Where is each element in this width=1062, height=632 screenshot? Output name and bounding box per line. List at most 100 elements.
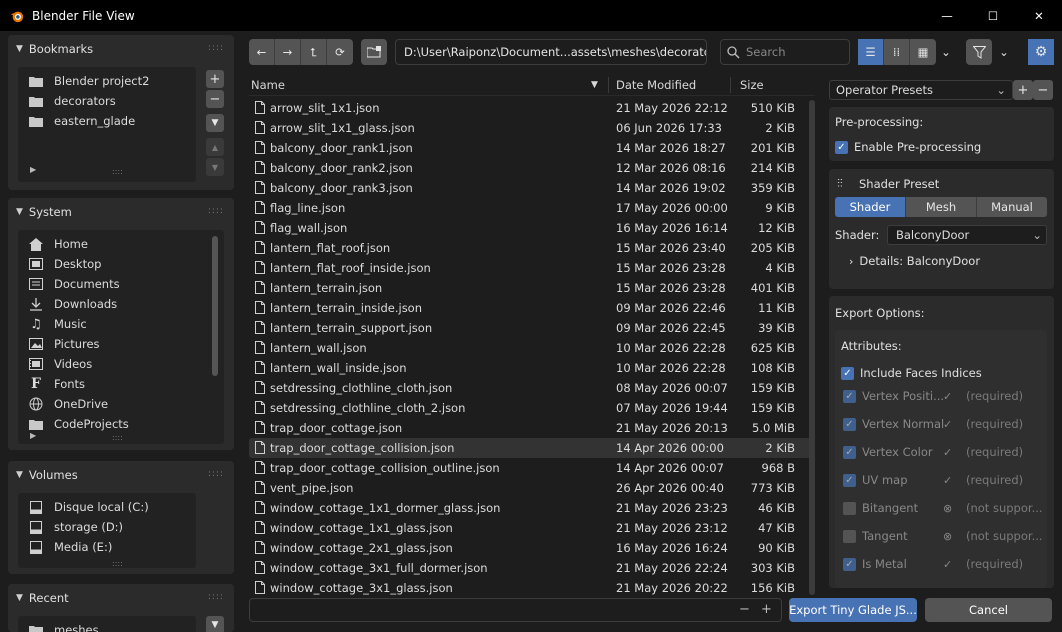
directory-path-field[interactable]: D:\User\Raiponz\Document...assets\meshes… <box>395 39 707 65</box>
system-item-downloads[interactable]: Downloads <box>18 294 224 314</box>
enable-preprocessing-checkbox[interactable]: ✓ Enable Pre-processing <box>835 140 981 154</box>
thumbnails-button[interactable]: ▦ <box>910 39 936 65</box>
volume-item[interactable]: storage (D:) <box>18 517 196 537</box>
drag-grip-icon[interactable]: :::: <box>208 469 224 479</box>
close-button[interactable]: ✕ <box>1016 0 1062 31</box>
file-row[interactable]: lantern_flat_roof.json 15 Mar 2026 23:40 2… <box>249 238 815 258</box>
file-row[interactable]: lantern_wall.json 10 Mar 2026 22:28 625 Ki… <box>249 338 815 358</box>
drag-grip-icon[interactable]: :::: <box>208 43 224 53</box>
tab-manual[interactable]: Manual <box>977 197 1047 217</box>
cancel-button[interactable]: Cancel <box>925 598 1052 622</box>
file-row[interactable]: setdressing_clothline_cloth.json 08 May 2… <box>249 378 815 398</box>
vertical-list-button[interactable]: ☰ <box>858 39 884 65</box>
file-row[interactable]: lantern_terrain_support.json 09 Mar 2026 … <box>249 318 815 338</box>
attribute-checkbox[interactable] <box>843 529 856 543</box>
file-row[interactable]: trap_door_cottage_collision.json 14 Apr 2… <box>249 438 815 458</box>
refresh-button[interactable]: ⟳ <box>327 39 353 65</box>
attribute-checkbox[interactable] <box>843 501 856 515</box>
increment-button[interactable]: + <box>761 602 772 617</box>
system-item-desktop[interactable]: Desktop <box>18 254 224 274</box>
file-row[interactable]: window_cottage_2x1_glass.json 16 May 2026… <box>249 538 815 558</box>
bookmark-item[interactable]: eastern_glade <box>18 111 196 131</box>
resize-grip-icon[interactable]: :::: <box>112 167 123 176</box>
file-list-scrollbar[interactable] <box>809 100 815 595</box>
tab-mesh[interactable]: Mesh <box>906 197 977 217</box>
attribute-checkbox[interactable]: ✓ <box>843 557 856 571</box>
display-settings-dropdown[interactable]: ⌄ <box>937 39 955 65</box>
system-scrollbar[interactable] <box>212 236 218 376</box>
system-item-fonts[interactable]: F Fonts <box>18 374 224 394</box>
recent-item[interactable]: meshes <box>18 620 196 632</box>
file-row[interactable]: arrow_slit_1x1.json 21 May 2026 22:12 510 … <box>249 98 815 118</box>
tab-shader[interactable]: Shader <box>835 197 906 217</box>
file-row[interactable]: vent_pipe.json 26 Apr 2026 00:40 773 KiB <box>249 478 815 498</box>
file-row[interactable]: balcony_door_rank3.json 14 Mar 2026 19:02… <box>249 178 815 198</box>
operator-presets-dropdown[interactable]: Operator Presets ⌄ <box>829 80 1013 100</box>
back-button[interactable]: ← <box>249 39 275 65</box>
expand-triangle-icon[interactable]: ▶ <box>30 431 36 440</box>
maximize-button[interactable]: ☐ <box>970 0 1016 31</box>
shader-dropdown[interactable]: BalconyDoor ⌄ <box>887 225 1047 245</box>
filter-toggle-button[interactable] <box>966 39 992 65</box>
drag-grip-icon[interactable]: :::: <box>208 592 224 602</box>
attribute-checkbox[interactable]: ✓ <box>843 417 856 431</box>
remove-bookmark-button[interactable]: − <box>206 90 224 108</box>
system-item-onedrive[interactable]: OneDrive <box>18 394 224 414</box>
system-item-music[interactable]: ♫ Music <box>18 314 224 334</box>
system-item-videos[interactable]: Videos <box>18 354 224 374</box>
file-row[interactable]: lantern_wall_inside.json 10 Mar 2026 22:2… <box>249 358 815 378</box>
bookmarks-header[interactable]: ▼ Bookmarks :::: <box>8 35 234 62</box>
file-row[interactable]: window_cottage_1x1_dormer_glass.json 21 M… <box>249 498 815 518</box>
attribute-checkbox[interactable]: ✓ <box>843 473 856 487</box>
options-toggle-button[interactable]: ⚙ <box>1028 39 1054 65</box>
filter-settings-dropdown[interactable]: ⌄ <box>995 39 1013 65</box>
volume-item[interactable]: Disque local (C:) <box>18 497 196 517</box>
move-down-button[interactable]: ▼ <box>206 158 224 176</box>
search-input[interactable]: Search <box>720 39 850 65</box>
file-row[interactable]: arrow_slit_1x1_glass.json 06 Jun 2026 17:… <box>249 118 815 138</box>
file-row[interactable]: window_cottage_3x1_glass.json 21 May 2026… <box>249 578 815 598</box>
sort-descending-icon[interactable]: ▼ <box>591 80 598 90</box>
add-preset-button[interactable]: + <box>1013 80 1033 100</box>
system-header[interactable]: ▼ System :::: <box>8 198 234 225</box>
file-row[interactable]: lantern_flat_roof_inside.json 15 Mar 2026… <box>249 258 815 278</box>
parent-directory-button[interactable]: ⮤ <box>301 39 327 65</box>
recent-menu-button[interactable]: ▼ <box>206 616 224 632</box>
recent-header[interactable]: ▼ Recent :::: <box>8 584 234 611</box>
file-row[interactable]: lantern_terrain_inside.json 09 Mar 2026 2… <box>249 298 815 318</box>
file-row[interactable]: balcony_door_rank1.json 14 Mar 2026 18:27… <box>249 138 815 158</box>
file-row[interactable]: trap_door_cottage.json 21 May 2026 20:13 5… <box>249 418 815 438</box>
drag-grip-icon[interactable]: :::: <box>208 206 224 216</box>
column-name-header[interactable]: Name <box>251 78 285 92</box>
move-up-button[interactable]: ▲ <box>206 138 224 156</box>
system-item-documents[interactable]: Documents <box>18 274 224 294</box>
system-item-home[interactable]: Home <box>18 234 224 254</box>
file-row[interactable]: setdressing_clothline_cloth_2.json 07 May… <box>249 398 815 418</box>
include-faces-indices-checkbox[interactable]: ✓ Include Faces Indices <box>841 366 982 380</box>
filename-input[interactable]: − + <box>249 598 782 622</box>
system-item-codeprojects[interactable]: CodeProjects <box>18 414 224 434</box>
volume-item[interactable]: Media (E:) <box>18 537 196 557</box>
expand-triangle-icon[interactable]: ▶ <box>30 165 36 174</box>
decrement-button[interactable]: − <box>739 602 750 617</box>
file-row[interactable]: window_cottage_1x1_glass.json 21 May 2026… <box>249 518 815 538</box>
add-bookmark-button[interactable]: + <box>206 70 224 88</box>
volumes-header[interactable]: ▼ Volumes :::: <box>8 461 234 488</box>
file-row[interactable]: lantern_terrain.json 15 Mar 2026 23:28 401… <box>249 278 815 298</box>
resize-grip-icon[interactable]: :::: <box>112 559 123 568</box>
file-row[interactable]: balcony_door_rank2.json 12 Mar 2026 08:16… <box>249 158 815 178</box>
system-item-pictures[interactable]: Pictures <box>18 334 224 354</box>
attribute-checkbox[interactable]: ✓ <box>843 445 856 459</box>
column-size-header[interactable]: Size <box>740 78 764 92</box>
remove-preset-button[interactable]: − <box>1033 80 1053 100</box>
new-folder-button[interactable] <box>361 39 387 65</box>
file-row[interactable]: flag_wall.json 16 May 2026 16:14 12 KiB <box>249 218 815 238</box>
details-expander[interactable]: › Details: BalconyDoor <box>849 254 980 268</box>
resize-grip-icon[interactable]: :::: <box>112 433 123 442</box>
file-row[interactable]: window_cottage_3x1_full_dormer.json 21 Ma… <box>249 558 815 578</box>
attribute-checkbox[interactable]: ✓ <box>843 389 856 403</box>
bookmark-item[interactable]: decorators <box>18 91 196 111</box>
bookmark-menu-button[interactable]: ▼ <box>206 114 224 132</box>
forward-button[interactable]: → <box>275 39 301 65</box>
minimize-button[interactable]: — <box>924 0 970 31</box>
